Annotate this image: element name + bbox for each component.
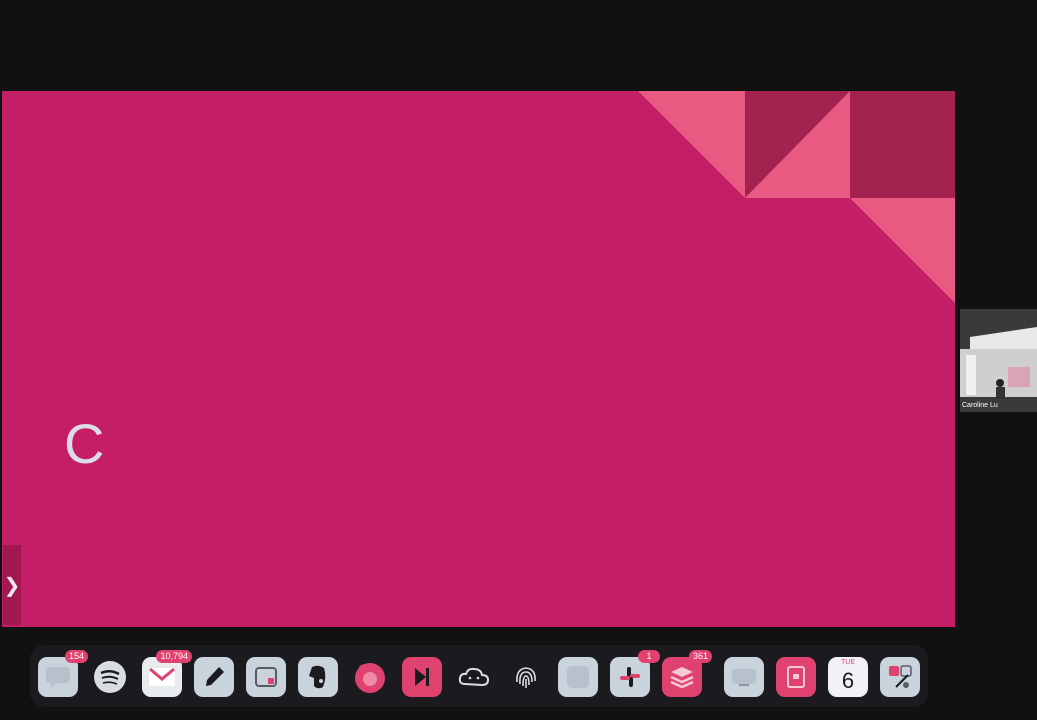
slide-corner-decoration (638, 91, 955, 303)
blank-app-icon (567, 666, 589, 688)
gmail-badge: 10,794 (156, 650, 192, 663)
tools-app-icon (889, 665, 912, 688)
slack-icon (620, 667, 640, 687)
window-app-icon (255, 667, 277, 687)
dock-item-firefox[interactable] (350, 657, 390, 697)
dock-item-document-app[interactable] (776, 657, 816, 697)
spotify-icon (94, 661, 126, 693)
messages-badge: 154 (64, 650, 88, 663)
presentation-slide: C (2, 91, 955, 627)
dock: 154 10,794 1 361 TUE 6 (30, 645, 928, 707)
participant-video-tile[interactable]: Caroline Lu (960, 309, 1037, 412)
cloud-app-icon (458, 667, 490, 687)
dock-item-window-app[interactable] (246, 657, 286, 697)
todoist-icon (670, 667, 694, 689)
participant-name-label: Caroline Lu (962, 402, 998, 409)
pencil-app-icon (206, 667, 224, 686)
dock-item-slack[interactable]: 1 (610, 650, 660, 697)
dock-item-todoist[interactable]: 361 (662, 650, 712, 697)
sidebar-toggle-button[interactable]: ❯ (3, 545, 21, 625)
dock-item-pencil-app[interactable] (194, 657, 234, 697)
dock-item-screen-app[interactable] (724, 657, 764, 697)
dock-item-spotify[interactable] (90, 657, 130, 697)
slack-badge: 1 (638, 650, 660, 663)
gmail-icon (149, 667, 175, 686)
dock-item-media-player[interactable] (402, 657, 442, 697)
slide-text: C (64, 412, 105, 475)
todoist-badge: 361 (688, 650, 712, 663)
participant-video (960, 309, 1037, 412)
dock-item-cloud-app[interactable] (454, 657, 494, 697)
dock-item-gmail[interactable]: 10,794 (142, 650, 192, 697)
top-black-bar (0, 0, 1037, 90)
dock-item-evernote[interactable] (298, 657, 338, 697)
dock-item-tools-app[interactable] (880, 657, 920, 697)
fingerprint-icon (516, 667, 536, 688)
dock-item-calendar[interactable]: TUE 6 (828, 657, 868, 697)
chevron-right-icon: ❯ (3, 573, 21, 597)
document-app-icon (787, 666, 805, 688)
messages-icon (46, 667, 70, 688)
dock-item-blank-app[interactable] (558, 657, 598, 697)
dock-item-messages[interactable]: 154 (38, 650, 88, 697)
firefox-icon (355, 663, 385, 693)
calendar-weekday: TUE (841, 659, 855, 666)
evernote-icon (309, 665, 326, 689)
calendar-date: 6 (841, 668, 855, 693)
media-player-icon (415, 668, 429, 686)
dock-item-fingerprint[interactable] (506, 657, 546, 697)
screen-app-icon (732, 669, 756, 686)
